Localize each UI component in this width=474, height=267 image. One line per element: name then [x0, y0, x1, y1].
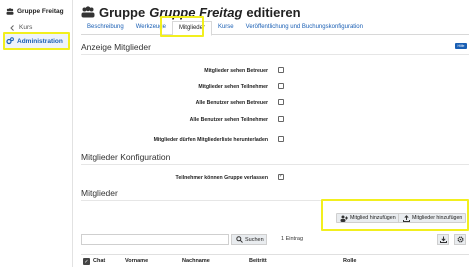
section-heading-display: Anzeige Mitglieder	[81, 42, 151, 52]
tab-beschreibung[interactable]: Beschreibung	[81, 24, 130, 30]
column-header-beitritt[interactable]: Beitritt	[249, 258, 267, 264]
sidebar: Gruppe Freitag Kurs Administration	[0, 0, 73, 267]
option-checkbox-can-leave-group[interactable]	[278, 173, 284, 180]
tab-kurse[interactable]: Kurse	[212, 24, 240, 30]
search-icon	[235, 236, 243, 244]
upload-icon	[402, 214, 410, 222]
tab-werkzeuge[interactable]: Werkzeuge	[130, 24, 172, 30]
section-heading-config: Mitglieder Konfiguration	[81, 152, 171, 162]
option-checkbox-members-see-participants[interactable]	[278, 83, 284, 89]
tab-veroeffentlichung[interactable]: Veröffentlichung und Buchungskonfigurati…	[240, 24, 369, 30]
gear-icon	[456, 236, 464, 244]
download-icon	[439, 236, 447, 244]
section-divider	[81, 164, 469, 165]
option-label: Alle Benutzer sehen Betreuer	[195, 100, 268, 106]
sidebar-group-title[interactable]: Gruppe Freitag	[3, 4, 69, 19]
search-button[interactable]: Suchen	[231, 234, 267, 245]
group-icon	[81, 6, 95, 18]
gears-icon	[6, 37, 14, 45]
search-button-label: Suchen	[245, 236, 264, 243]
column-header-chat[interactable]: Chat	[93, 258, 105, 264]
option-checkbox-all-see-coaches[interactable]	[278, 99, 284, 105]
option-checkbox-members-see-coaches[interactable]	[278, 67, 284, 73]
chevron-left-icon	[8, 24, 16, 32]
tab-mitglieder[interactable]: Mitglieder	[171, 20, 212, 36]
column-header-rolle[interactable]: Rolle	[343, 258, 356, 264]
section-heading-members: Mitglieder	[81, 188, 118, 198]
option-checkbox-all-see-participants[interactable]	[278, 116, 284, 122]
help-badge[interactable]: Hilfe	[455, 43, 467, 49]
column-header-nachname[interactable]: Nachname	[182, 258, 210, 264]
sidebar-item-label: Administration	[17, 37, 63, 45]
column-header-vorname[interactable]: Vorname	[125, 258, 148, 264]
search-input[interactable]	[81, 234, 229, 245]
entry-count: 1 Eintrag	[281, 236, 304, 242]
tab-bar: Beschreibung Werkzeuge Mitglieder Kurse …	[81, 20, 469, 36]
sidebar-item-label: Kurs	[19, 24, 33, 31]
table-header: ✓ Chat Vorname Nachname Beitritt Rolle	[81, 254, 469, 267]
option-label: Teilnehmer können Gruppe verlassen	[175, 175, 268, 181]
group-icon	[6, 8, 14, 16]
import-members-button[interactable]: Mitglieder hinzufügen	[398, 213, 467, 223]
option-label: Alle Benutzer sehen Teilnehmer	[189, 117, 268, 123]
page-title: Gruppe Gruppe Freitag editieren	[81, 4, 301, 20]
user-plus-icon	[340, 214, 348, 222]
option-label: Mitglieder sehen Teilnehmer	[198, 84, 268, 90]
section-divider	[81, 54, 469, 55]
sidebar-item-administration[interactable]: Administration	[3, 33, 69, 49]
option-checkbox-download-member-list[interactable]	[278, 136, 284, 142]
import-members-label: Mitglieder hinzufügen	[412, 215, 463, 221]
sidebar-title-label: Gruppe Freitag	[17, 8, 64, 15]
option-label: Mitglieder dürfen Mitgliederliste herunt…	[153, 137, 268, 143]
download-button[interactable]	[437, 234, 449, 245]
select-all-checkbox[interactable]: ✓	[83, 258, 90, 265]
add-member-label: Mitglied hinzufügen	[350, 215, 396, 221]
add-member-button[interactable]: Mitglied hinzufügen	[336, 213, 400, 223]
option-label: Mitglieder sehen Betreuer	[204, 68, 268, 74]
section-divider	[81, 200, 469, 201]
page-title-suffix: editieren	[246, 4, 301, 20]
page-title-group-name: Gruppe Freitag	[149, 4, 243, 20]
table-settings-button[interactable]	[454, 234, 466, 245]
page-title-prefix: Gruppe	[99, 4, 146, 20]
